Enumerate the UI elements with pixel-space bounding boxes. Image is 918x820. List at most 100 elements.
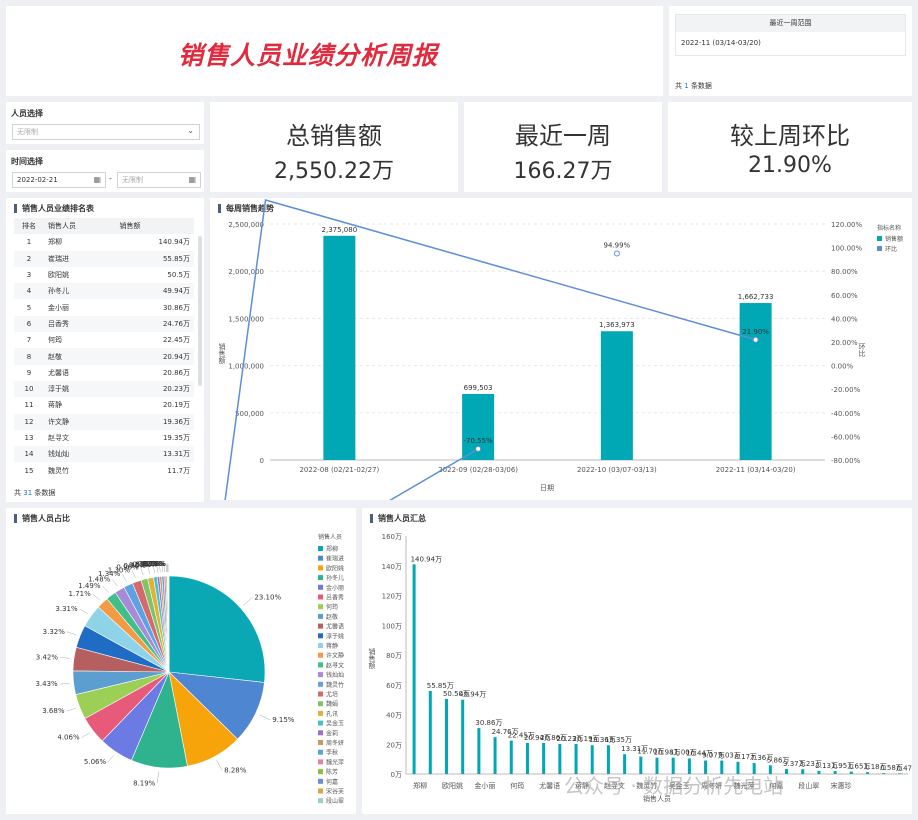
legend-item: 金小丽 xyxy=(326,584,344,592)
legend-swatch xyxy=(318,710,323,716)
kpi-total-sales: 总销售额 2,550.22万 xyxy=(210,102,458,192)
bar-data-label: 140.94万 xyxy=(411,555,443,563)
date-start-input[interactable]: 2022-02-21 ▦ xyxy=(12,172,106,188)
legend-item: 许文静 xyxy=(326,652,344,660)
rank-cell: 2 xyxy=(14,250,44,267)
legend-swatch xyxy=(318,584,323,590)
person-cell: 欧阳姚 xyxy=(48,271,69,280)
table-row[interactable]: 9 尤馨语 20.86万 xyxy=(14,365,194,381)
recent-range-count: 共 1 条数据 xyxy=(675,82,712,90)
rank-cell: 4 xyxy=(14,283,44,300)
bar xyxy=(412,564,416,774)
table-row[interactable]: 6 吕香秀 24.76万 xyxy=(14,315,194,333)
pie-slice-label: 9.15% xyxy=(272,716,295,724)
y2-tick-label: 60.00% xyxy=(831,292,858,300)
y-tick-label: 160万 xyxy=(382,533,402,541)
kpi-value: 166.27万 xyxy=(513,159,613,184)
person-select[interactable]: 无限制 ⌄ xyxy=(12,124,200,140)
y2-tick-label: -60.00% xyxy=(831,433,861,441)
pie-label-line xyxy=(102,585,109,593)
pie-slice-label: 5.06% xyxy=(84,758,107,766)
x-tick-label: 郑柳 xyxy=(413,781,427,790)
legend-swatch xyxy=(318,555,323,561)
x-tick-label: 2022-08 (02/21-02/27) xyxy=(299,466,379,474)
y-tick-label: 1,000,000 xyxy=(228,363,264,371)
person-filter-label: 人员选择 xyxy=(11,109,43,118)
table-row[interactable]: 3 欧阳姚 50.5万 xyxy=(14,267,194,283)
x-tick-label: 何筠 xyxy=(510,781,524,790)
rank-cell: 12 xyxy=(14,413,44,430)
sales-cell: 22.45万 xyxy=(162,336,190,345)
bar-data-label: 55.85万 xyxy=(427,682,454,690)
y-tick-label: 140万 xyxy=(382,563,402,571)
table-row[interactable]: 12 许文静 19.36万 xyxy=(14,413,194,430)
legend-item: 段山翠 xyxy=(326,797,344,805)
rank-cell: 13 xyxy=(24,434,34,442)
legend-swatch xyxy=(318,623,323,629)
person-cell: 郑柳 xyxy=(48,238,62,247)
person-cell: 钱灿灿 xyxy=(44,446,116,463)
table-row[interactable]: 1 郑柳 140.94万 xyxy=(14,234,194,250)
sales-cell: 13.31万 xyxy=(115,446,194,463)
legend-item: 何筠 xyxy=(326,603,338,611)
table-row[interactable]: 11 蒋静 20.19万 xyxy=(14,397,194,413)
bar xyxy=(866,772,870,774)
ranking-table-wrap[interactable]: 排名 销售人员 销售额 1 郑柳 140.94万 2 崔瑞进 55.85万 3 欧阳姚 50.5… xyxy=(14,218,204,480)
table-row[interactable]: 13 赵寻文 19.35万 xyxy=(14,430,194,446)
x-tick-label: 2022-09 (02/28-03/06) xyxy=(438,466,518,474)
recent-range-value[interactable]: 2022-11 (03/14-03/20) xyxy=(676,32,905,54)
table-row[interactable]: 14 钱灿灿 13.31万 xyxy=(14,446,194,463)
pie-slice-label: 3.42% xyxy=(36,653,59,661)
person-cell: 吕香秀 xyxy=(44,315,116,333)
table-row[interactable]: 2 崔瑞进 55.85万 xyxy=(14,250,194,267)
legend-swatch xyxy=(318,652,323,658)
legend-swatch xyxy=(318,720,323,726)
bar xyxy=(849,771,853,774)
col-person[interactable]: 销售人员 xyxy=(44,218,116,235)
y2-tick-label: 40.00% xyxy=(831,315,858,323)
y-tick-label: 2,000,000 xyxy=(228,268,264,276)
pie-label-line xyxy=(59,683,70,685)
table-row[interactable]: 5 金小丽 30.86万 xyxy=(14,299,194,315)
bar xyxy=(801,769,805,774)
table-row[interactable]: 7 何筠 22.45万 xyxy=(14,332,194,348)
bar xyxy=(461,699,465,774)
legend-swatch xyxy=(318,604,323,610)
bar xyxy=(898,773,902,774)
y2-tick-label: 0.00% xyxy=(831,363,854,371)
legend-swatch xyxy=(318,759,323,765)
legend-swatch xyxy=(318,546,323,551)
table-row[interactable]: 8 赵敬 20.94万 xyxy=(14,348,194,365)
legend-item: 吕香秀 xyxy=(326,594,344,602)
legend-swatch xyxy=(318,730,323,736)
title-card: 销售人员业绩分析周报 xyxy=(6,6,663,96)
pie-slice-label: 1.71% xyxy=(69,590,92,598)
y2-tick-label: 20.00% xyxy=(831,339,858,347)
legend-item: 周冬妍 xyxy=(326,739,344,747)
table-row[interactable]: 10 淳于姚 20.23万 xyxy=(14,380,194,398)
bar xyxy=(542,742,546,774)
pie-label-line xyxy=(259,714,271,721)
bar xyxy=(493,737,497,774)
table-row[interactable]: 15 魏灵竹 11.7万 xyxy=(14,462,194,478)
bar-data-label: 30.86万 xyxy=(475,719,502,727)
legend-item: 尤馨语 xyxy=(326,623,344,631)
table-row[interactable]: 4 孙冬儿 49.94万 xyxy=(14,283,194,300)
rank-cell: 6 xyxy=(14,315,44,333)
bar xyxy=(323,235,356,460)
date-end-input[interactable]: 无限制 ▦ xyxy=(117,172,201,188)
sales-cell: 19.36万 xyxy=(115,413,194,430)
legend-item: 淳于姚 xyxy=(326,632,344,640)
col-sales[interactable]: 销售额 xyxy=(115,218,194,235)
kpi-label: 较上周环比 xyxy=(730,122,850,150)
col-rank[interactable]: 排名 xyxy=(14,218,44,235)
legend-item: 魏娟 xyxy=(326,700,338,708)
line-point xyxy=(475,445,482,452)
ranking-scrollbar[interactable] xyxy=(198,236,202,386)
chevron-down-icon: ⌄ xyxy=(187,126,194,135)
y-tick-label: 0 xyxy=(260,457,264,465)
pie-slice-label: 3.32% xyxy=(43,628,66,636)
person-cell: 蒋静 xyxy=(48,401,62,410)
kpi-value: 2,550.22万 xyxy=(274,159,394,184)
sales-cell: 140.94万 xyxy=(158,238,191,247)
